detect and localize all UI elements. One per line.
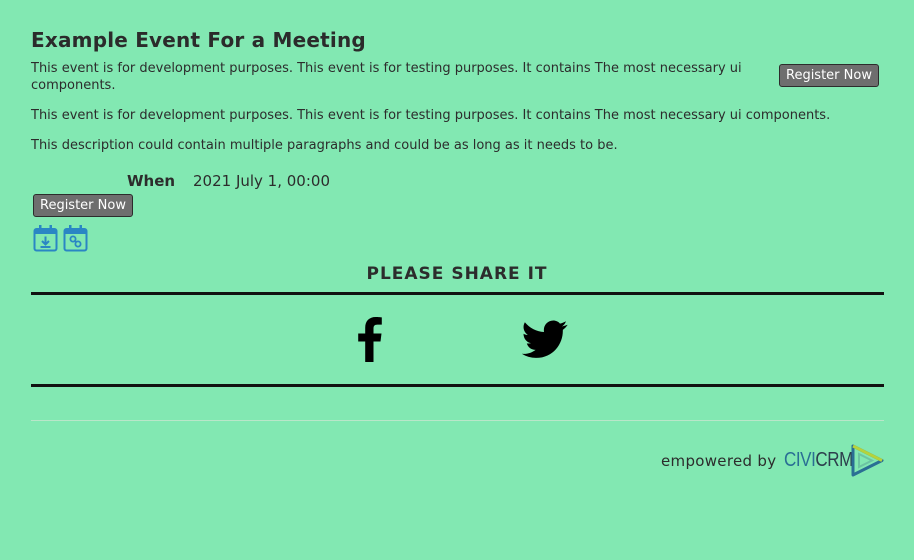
event-description-paragraph: This description could contain multiple … — [31, 138, 618, 153]
logo-civi: CIVI — [784, 449, 816, 471]
civicrm-logo-icon[interactable] — [850, 443, 885, 478]
calendar-download-icon[interactable] — [33, 224, 58, 252]
event-title: Example Event For a Meeting — [31, 28, 366, 52]
when-value: 2021 July 1, 00:00 — [193, 172, 330, 190]
logo-crm: CRM — [815, 449, 853, 471]
calendar-link-icon[interactable] — [63, 224, 88, 252]
register-now-button-bottom[interactable]: Register Now — [33, 194, 133, 217]
register-now-button-top[interactable]: Register Now — [779, 64, 879, 87]
when-label: When — [127, 172, 176, 190]
share-title: PLEASE SHARE IT — [366, 264, 548, 284]
footer-divider — [31, 420, 884, 421]
share-bottom-divider — [31, 384, 884, 387]
powered-by-text: empowered by — [661, 452, 777, 470]
share-top-divider — [31, 292, 884, 295]
civicrm-logo-text[interactable]: CIVICRM — [784, 449, 853, 472]
event-description-paragraph: This event is for development purposes. … — [31, 108, 831, 123]
twitter-icon[interactable] — [521, 320, 568, 359]
facebook-icon[interactable] — [356, 315, 383, 362]
event-summary: This event is for development purposes. … — [31, 61, 742, 93]
